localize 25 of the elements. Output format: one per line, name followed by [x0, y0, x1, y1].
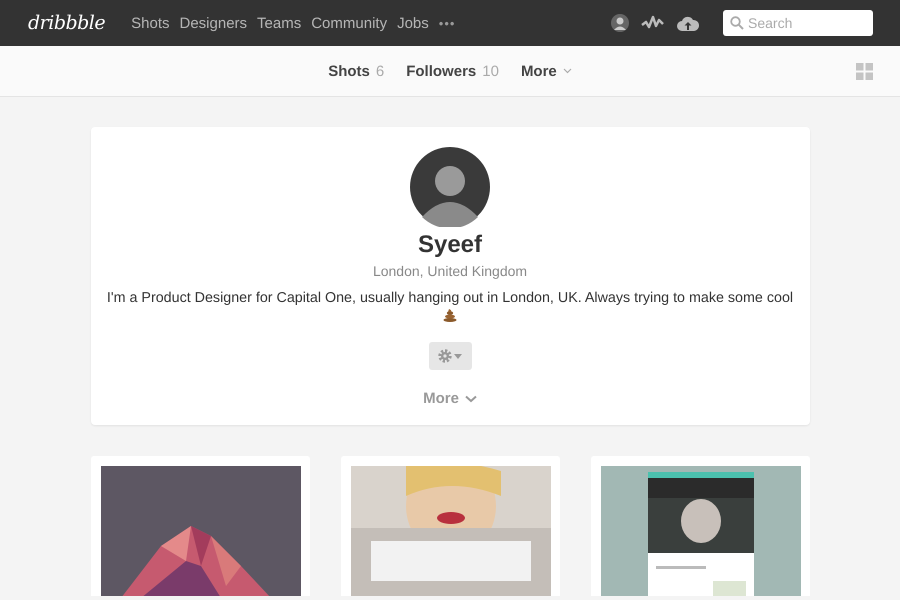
- chevron-down-icon: [464, 394, 477, 402]
- more-menu[interactable]: •••: [438, 16, 456, 30]
- nav-link[interactable]: Community: [311, 14, 388, 32]
- more-tab[interactable]: More: [520, 62, 572, 80]
- profile-location: London, United Kingdom: [372, 263, 528, 279]
- nav-link[interactable]: Shots: [131, 14, 170, 32]
- nav-link[interactable]: Designers: [180, 14, 248, 32]
- shot-card[interactable]: [90, 456, 310, 596]
- avatar-icon[interactable]: [611, 14, 629, 32]
- nav-link[interactable]: Jobs: [397, 14, 429, 32]
- settings-icon: [438, 349, 452, 363]
- search-icon: [730, 16, 744, 30]
- poop-icon: [443, 309, 457, 322]
- profile-name: Syeef: [418, 231, 482, 259]
- search-field[interactable]: Search: [723, 10, 873, 36]
- shot-card[interactable]: [590, 456, 810, 596]
- logo[interactable]: dribbble: [28, 12, 106, 34]
- upload-icon[interactable]: [677, 15, 699, 31]
- caret-icon: [454, 354, 462, 358]
- profile-tab[interactable]: Shots 6: [328, 62, 384, 80]
- nav-link[interactable]: Teams: [257, 14, 302, 32]
- activity-icon[interactable]: [641, 15, 665, 31]
- profile-bio: I'm a Product Designer for Capital One, usually hanging out in London, UK. Always trying to make some cool: [106, 289, 794, 307]
- profile-tab[interactable]: Followers 10: [406, 62, 499, 80]
- chevron-down-icon: [562, 68, 572, 74]
